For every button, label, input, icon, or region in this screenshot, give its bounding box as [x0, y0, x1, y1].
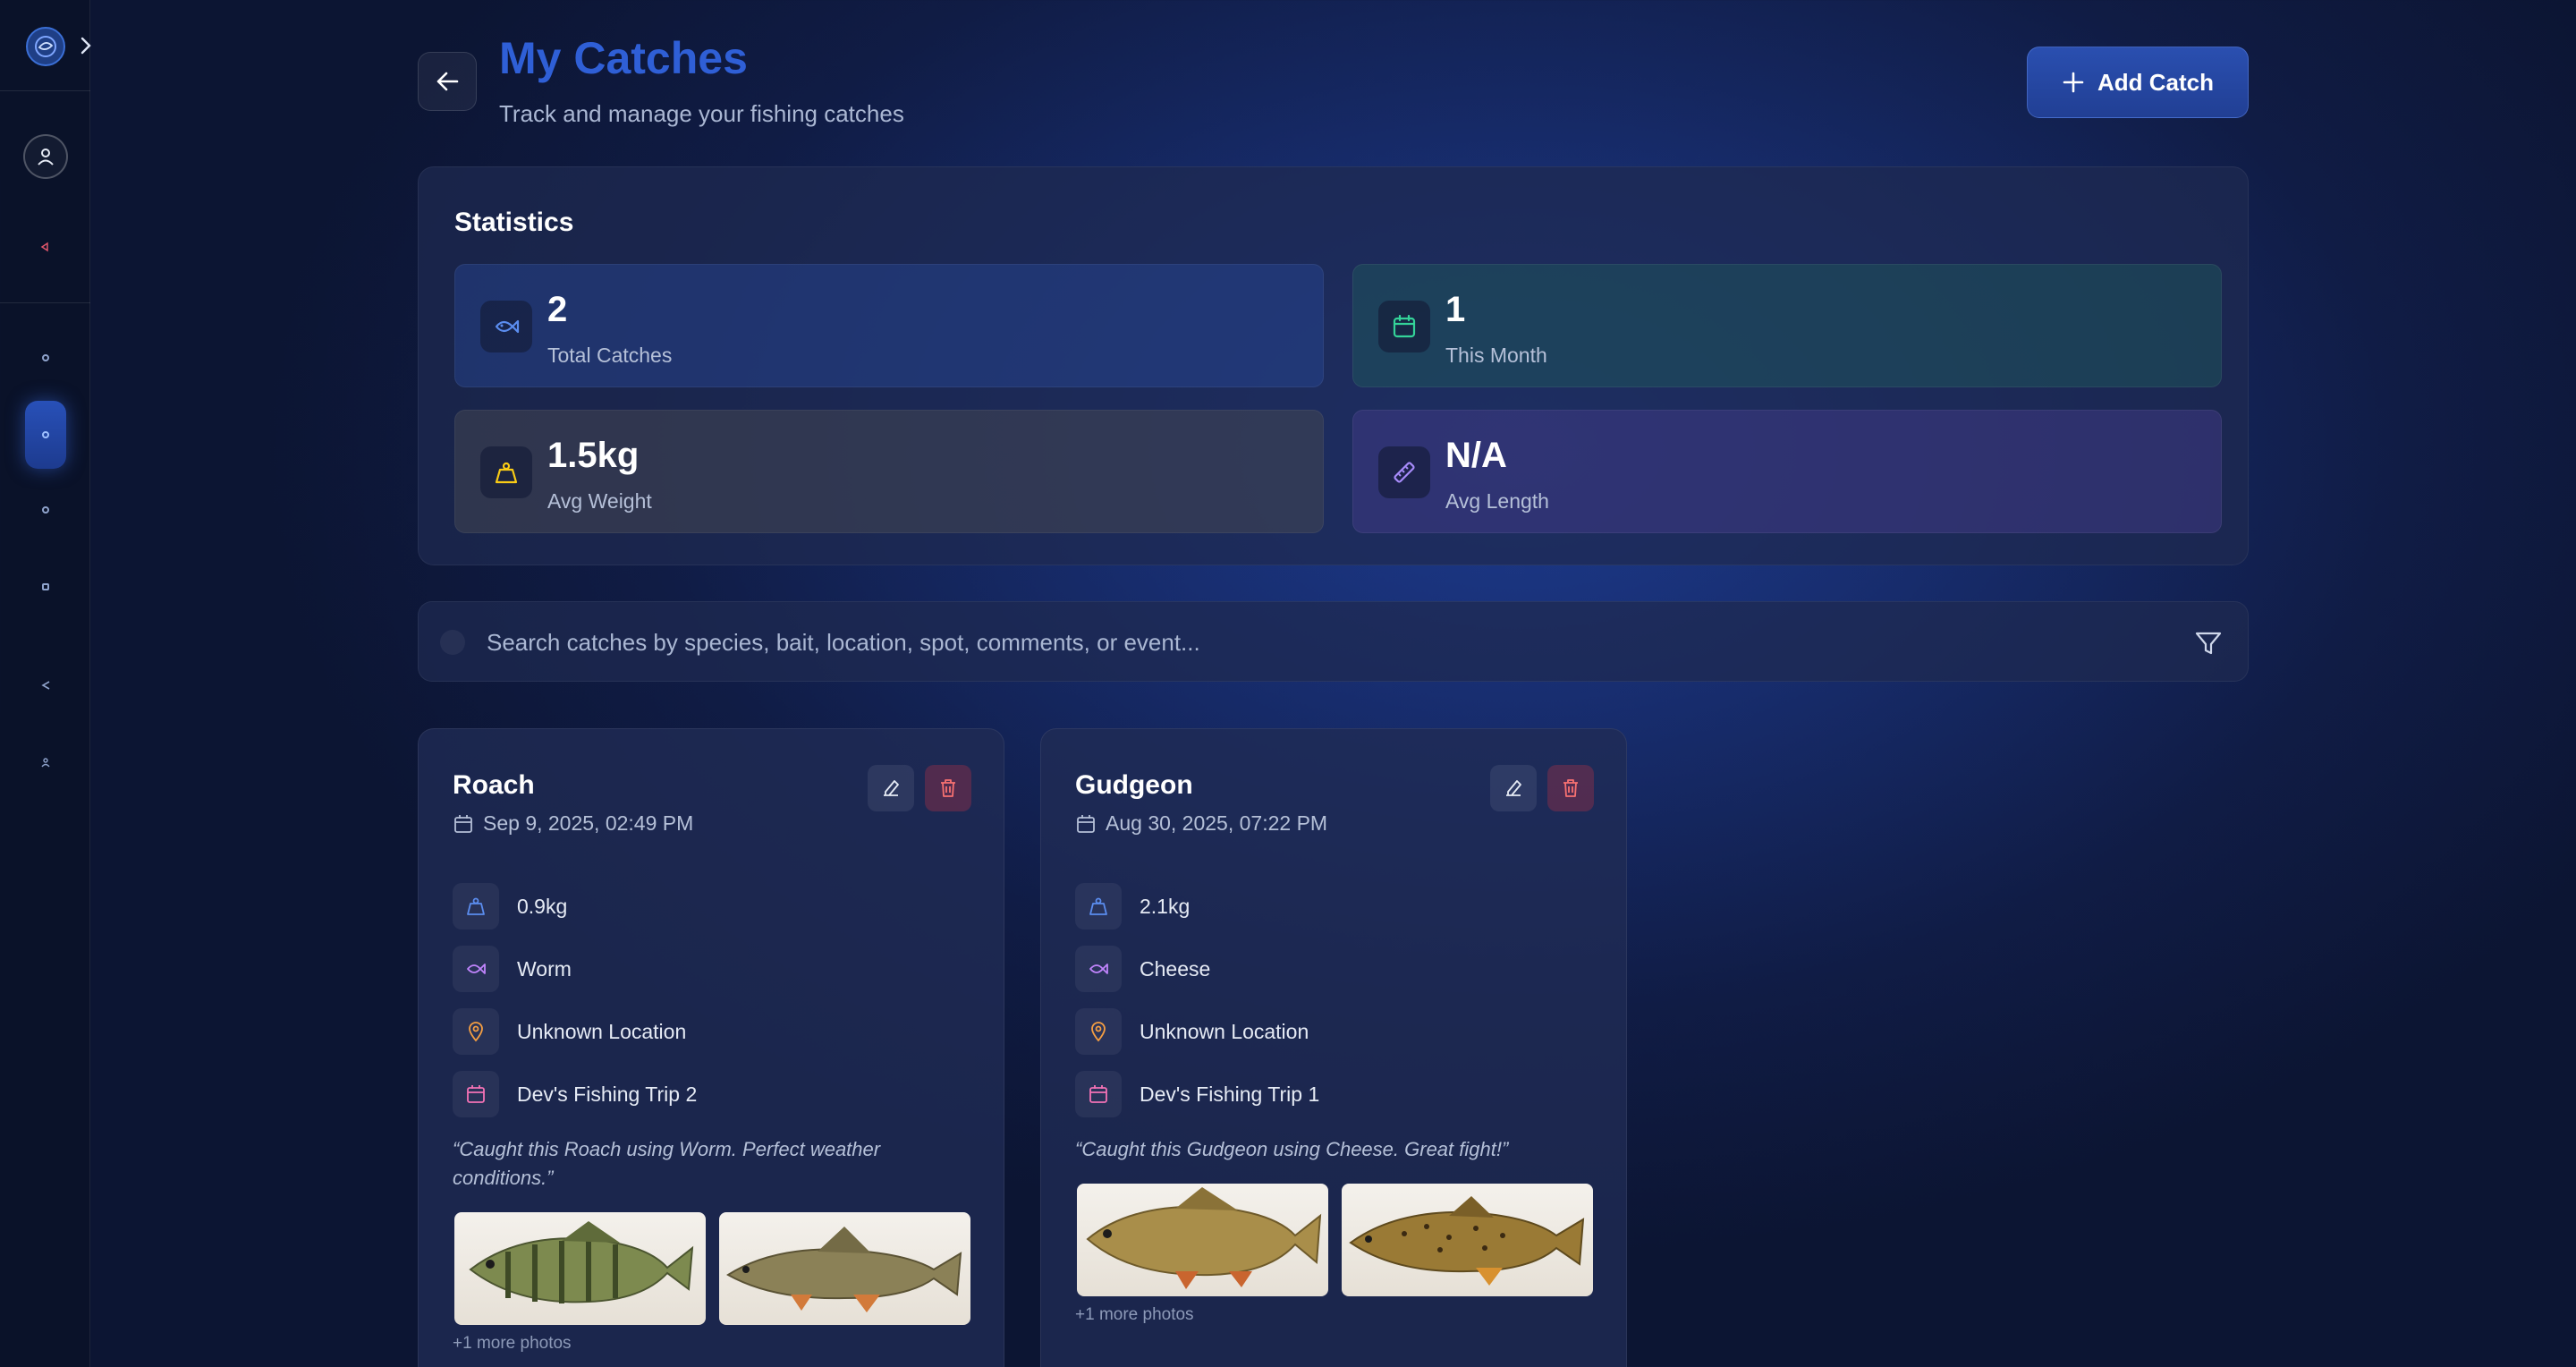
fish-photo-icon — [1086, 1187, 1322, 1289]
map-pin-icon — [1075, 1008, 1122, 1055]
fish-icon — [480, 301, 532, 352]
calendar-icon — [1075, 1071, 1122, 1117]
stat-label: Total Catches — [547, 344, 673, 367]
catch-event-row: Dev's Fishing Trip 2 — [453, 1071, 697, 1117]
arrow-left-icon — [436, 72, 459, 91]
delete-button[interactable] — [1547, 765, 1594, 811]
edit-button[interactable] — [868, 765, 914, 811]
page-subtitle: Track and manage your fishing catches — [499, 100, 904, 127]
catch-date-text: Sep 9, 2025, 02:49 PM — [483, 811, 694, 835]
map-icon[interactable] — [25, 483, 66, 537]
calendar-icon — [1378, 301, 1430, 352]
share-icon[interactable] — [25, 658, 66, 712]
catch-bait-row: Worm — [453, 946, 572, 992]
catch-bait: Worm — [517, 956, 572, 981]
stat-card-avg-weight: 1.5kg Avg Weight — [454, 410, 1324, 533]
stat-value: N/A — [1445, 436, 1507, 475]
stat-card-total-catches: 2 Total Catches — [454, 264, 1324, 387]
stat-card-this-month: 1 This Month — [1352, 264, 2222, 387]
back-button[interactable] — [418, 52, 477, 111]
logo-icon[interactable] — [26, 27, 65, 66]
catch-card[interactable]: Roach Sep 9, 2025, 02:49 PM 0.9kg Worm U… — [418, 728, 1004, 1367]
weight-icon — [480, 446, 532, 498]
catch-photo[interactable] — [454, 1212, 706, 1325]
catch-photo[interactable] — [1342, 1184, 1593, 1296]
catch-photo[interactable] — [719, 1212, 970, 1325]
plus-icon — [2063, 72, 2084, 93]
catch-weight: 0.9kg — [517, 894, 568, 918]
fish-icon — [1075, 946, 1122, 992]
catch-bait: Cheese — [1140, 956, 1211, 981]
catch-date: Sep 9, 2025, 02:49 PM — [453, 811, 693, 836]
more-photos-text: +1 more photos — [1075, 1305, 1194, 1324]
sidebar-divider — [0, 302, 90, 303]
filter-icon[interactable] — [2192, 627, 2224, 659]
catch-event: Dev's Fishing Trip 1 — [1140, 1082, 1320, 1106]
catch-bait-row: Cheese — [1075, 946, 1210, 992]
fish-icon[interactable] — [25, 220, 66, 274]
catches-icon[interactable] — [25, 401, 66, 469]
catch-card[interactable]: Gudgeon Aug 30, 2025, 07:22 PM 2.1kg Che… — [1040, 728, 1627, 1367]
page-title: My Catches — [499, 33, 748, 83]
stat-value: 1 — [1445, 290, 1466, 329]
catch-location-row: Unknown Location — [453, 1008, 686, 1055]
home-icon[interactable] — [25, 331, 66, 385]
ruler-icon — [1378, 446, 1430, 498]
search-icon — [440, 630, 465, 655]
catch-weight-row: 0.9kg — [453, 883, 567, 930]
fish-photo-icon — [469, 1221, 694, 1303]
sidebar — [0, 0, 91, 1367]
catch-weight: 2.1kg — [1140, 894, 1191, 918]
stat-value: 1.5kg — [547, 436, 640, 475]
stat-card-avg-length: N/A Avg Length — [1352, 410, 2222, 533]
calendar-icon — [1077, 814, 1095, 833]
catch-location: Unknown Location — [517, 1019, 687, 1043]
calendar-icon — [454, 814, 472, 833]
catch-species: Gudgeon — [1075, 770, 1193, 800]
edit-icon — [884, 780, 899, 796]
weight-icon — [1075, 883, 1122, 930]
catch-event: Dev's Fishing Trip 2 — [517, 1082, 698, 1106]
edit-button[interactable] — [1490, 765, 1537, 811]
catch-photo[interactable] — [1077, 1184, 1328, 1296]
stat-value: 2 — [547, 290, 568, 329]
delete-button[interactable] — [925, 765, 971, 811]
catch-date: Aug 30, 2025, 07:22 PM — [1075, 811, 1327, 836]
stat-label: Avg Weight — [547, 489, 652, 513]
statistics-panel: Statistics 2 Total Catches 1 This Month … — [418, 166, 2249, 565]
map-pin-icon — [453, 1008, 499, 1055]
catch-location: Unknown Location — [1140, 1019, 1309, 1043]
search-input[interactable] — [487, 620, 2168, 665]
trash-icon — [941, 779, 955, 797]
catch-date-text: Aug 30, 2025, 07:22 PM — [1106, 811, 1328, 835]
fish-icon — [453, 946, 499, 992]
catch-comment: “Caught this Gudgeon using Cheese. Great… — [1075, 1138, 1509, 1160]
stat-label: Avg Length — [1445, 489, 1549, 513]
add-catch-label: Add Catch — [2097, 68, 2214, 96]
more-photos-text: +1 more photos — [453, 1334, 572, 1353]
fish-photo-icon — [1349, 1196, 1585, 1286]
add-catch-button[interactable]: Add Catch — [2027, 47, 2249, 118]
search-bar — [418, 601, 2249, 682]
stat-label: This Month — [1445, 344, 1547, 367]
calendar-icon[interactable] — [25, 560, 66, 614]
sidebar-divider — [0, 90, 90, 91]
statistics-title: Statistics — [454, 208, 574, 237]
catch-event-row: Dev's Fishing Trip 1 — [1075, 1071, 1319, 1117]
catch-location-row: Unknown Location — [1075, 1008, 1309, 1055]
user-icon[interactable] — [23, 134, 68, 179]
catch-weight-row: 2.1kg — [1075, 883, 1190, 930]
calendar-icon — [453, 1071, 499, 1117]
expand-sidebar-icon[interactable] — [77, 32, 95, 59]
catch-species: Roach — [453, 770, 535, 800]
trash-icon — [1563, 779, 1578, 797]
edit-icon — [1506, 780, 1521, 796]
group-icon[interactable] — [25, 735, 66, 789]
catch-comment: “Caught this Roach using Worm. Perfect w… — [453, 1138, 881, 1189]
fish-photo-icon — [726, 1227, 962, 1312]
weight-icon — [453, 883, 499, 930]
